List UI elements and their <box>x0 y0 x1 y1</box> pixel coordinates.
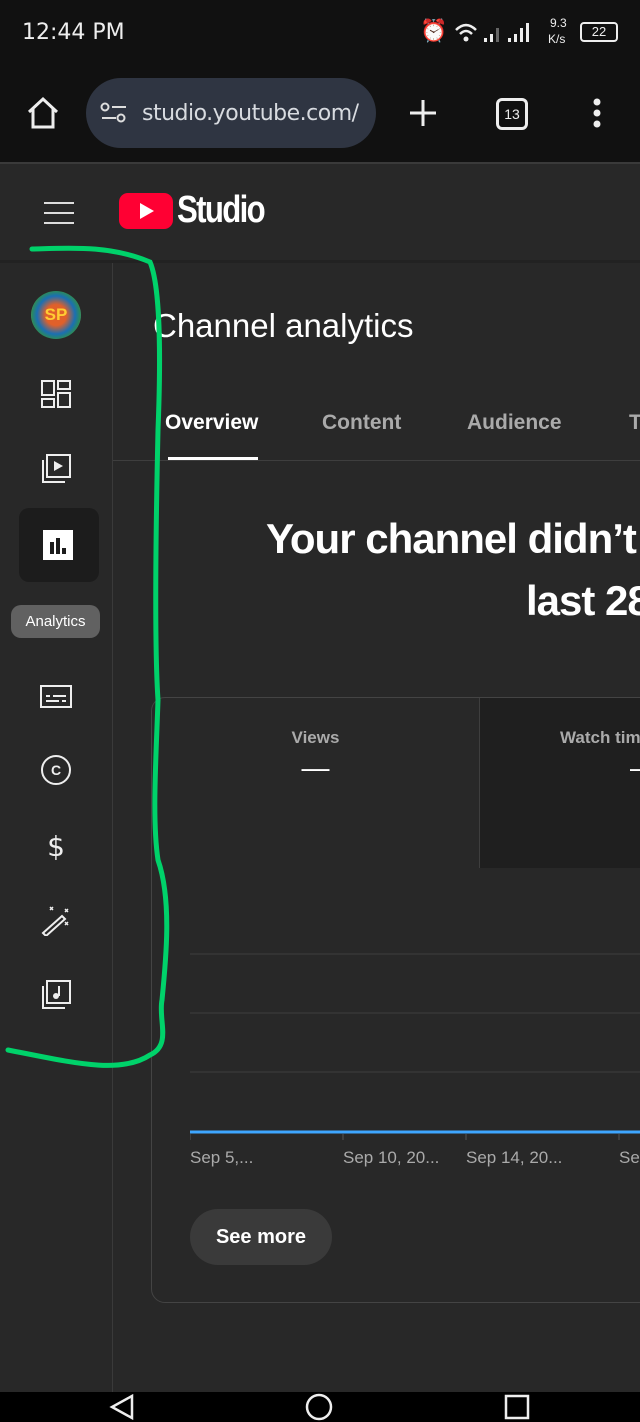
android-nav-bar <box>0 1392 640 1422</box>
home-nav-icon[interactable] <box>305 1393 333 1421</box>
green-annotation-outline <box>5 245 170 1068</box>
recents-icon[interactable] <box>504 1394 530 1420</box>
back-icon[interactable] <box>108 1394 136 1420</box>
